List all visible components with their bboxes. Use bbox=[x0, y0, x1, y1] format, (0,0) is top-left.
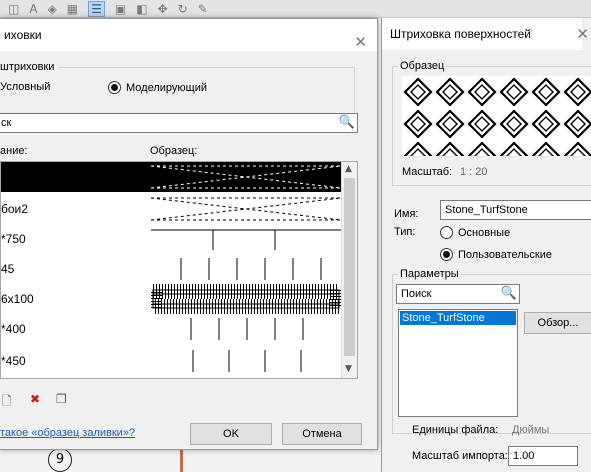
radio-custom-button[interactable] bbox=[440, 248, 453, 261]
units-value: Дюймы bbox=[512, 424, 550, 436]
pattern-name: 45 bbox=[1, 262, 15, 276]
rotate-icon[interactable]: ↻ bbox=[178, 2, 188, 16]
radio-drafting-label: Условный bbox=[0, 81, 51, 93]
drawing-line bbox=[180, 450, 183, 472]
pattern-list[interactable]: бои2 *750 45 6x100 *400 *450 ▲ ▼ bbox=[0, 161, 358, 379]
params-search-value: Поиск bbox=[401, 288, 432, 300]
duplicate-pattern-icon[interactable]: ❐ bbox=[56, 392, 72, 408]
name-label: Имя: bbox=[394, 208, 419, 220]
scrollbar-thumb[interactable] bbox=[344, 178, 355, 356]
pattern-name: *750 bbox=[1, 232, 26, 246]
cube-icon[interactable]: ◈ bbox=[48, 2, 57, 16]
name-field[interactable]: Stone_TurfStone bbox=[440, 200, 591, 220]
pattern-name: бои2 bbox=[1, 202, 28, 216]
new-pattern-icon[interactable]: 🗋 bbox=[2, 392, 18, 408]
name-value: Stone_TurfStone bbox=[445, 204, 528, 216]
list-item[interactable]: 6x100 bbox=[1, 284, 341, 314]
radio-model-button[interactable] bbox=[108, 81, 121, 94]
panel-titlebar: Штриховка поверхностей bbox=[382, 18, 582, 50]
import-scale-field[interactable]: 1.00 bbox=[508, 446, 578, 466]
search-value: ск bbox=[1, 117, 12, 129]
file-pattern-list[interactable]: Stone_TurfStone bbox=[398, 309, 518, 417]
dialog-titlebar: иховки ✕ bbox=[0, 19, 377, 51]
column-pattern-header: Образец: bbox=[150, 145, 198, 157]
pattern-preview-image bbox=[402, 76, 591, 156]
list-item[interactable]: *400 bbox=[1, 314, 341, 344]
browse-button[interactable]: Обзор... bbox=[524, 312, 591, 334]
radio-model-label: Моделирующий bbox=[126, 81, 207, 94]
pattern-type-legend: штриховки bbox=[0, 61, 59, 73]
search-icon[interactable]: 🔍 bbox=[501, 285, 517, 303]
text-icon[interactable]: A bbox=[29, 2, 37, 16]
radio-basic-label: Основные bbox=[458, 226, 511, 239]
scroll-down-icon[interactable]: ▼ bbox=[345, 364, 352, 374]
pattern-name: *400 bbox=[1, 322, 26, 336]
scroll-up-icon[interactable]: ▲ bbox=[345, 164, 352, 174]
scale-value: 1 : 20 bbox=[460, 166, 488, 178]
pattern-name: 6x100 bbox=[1, 292, 34, 306]
pattern-preview bbox=[151, 284, 341, 314]
help-link[interactable]: такое «образец заливки»? bbox=[0, 427, 135, 439]
delete-pattern-icon[interactable]: ✖ bbox=[30, 392, 46, 408]
params-legend: Параметры bbox=[398, 268, 461, 280]
list-item[interactable] bbox=[1, 162, 341, 192]
pen-icon[interactable]: ✎ bbox=[198, 2, 208, 16]
radio-custom[interactable]: Пользовательские bbox=[440, 248, 552, 261]
section-icon[interactable]: ◧ bbox=[136, 2, 147, 16]
surface-pattern-panel: Штриховка поверхностей ✕ Образец Масштаб… bbox=[381, 18, 591, 472]
cancel-button[interactable]: Отмена bbox=[282, 423, 362, 445]
column-name-header: ание: bbox=[0, 145, 28, 157]
radio-custom-label: Пользовательские bbox=[458, 248, 552, 261]
radio-basic-button[interactable] bbox=[440, 226, 453, 239]
import-scale-value: 1.00 bbox=[513, 450, 535, 462]
move-icon[interactable]: ✥ bbox=[158, 2, 168, 16]
list-item[interactable]: *450 bbox=[1, 346, 341, 376]
preview-legend: Образец bbox=[398, 60, 447, 72]
grid-bubble: 9 bbox=[48, 448, 72, 472]
close-icon[interactable]: ✕ bbox=[354, 26, 367, 58]
radio-drafting[interactable]: Условный bbox=[0, 81, 50, 93]
pattern-preview bbox=[192, 350, 302, 372]
units-label: Единицы файла: bbox=[412, 424, 499, 436]
list-item[interactable]: *750 bbox=[1, 224, 341, 254]
list-item[interactable]: бои2 bbox=[1, 194, 341, 224]
pattern-preview bbox=[151, 165, 341, 189]
import-scale-label: Масштаб импорта: bbox=[412, 450, 508, 462]
pattern-preview bbox=[180, 258, 322, 280]
type-label: Тип: bbox=[394, 226, 416, 238]
view-icon[interactable]: ▣ bbox=[115, 2, 126, 16]
pattern-preview bbox=[151, 197, 341, 221]
pattern-preview bbox=[151, 229, 341, 250]
pattern-name: *450 bbox=[1, 354, 26, 368]
pattern-search-input[interactable]: ск 🔍 bbox=[0, 113, 358, 133]
panel-title: Штриховка поверхностей bbox=[390, 27, 531, 41]
pattern-preview bbox=[190, 318, 304, 340]
fill-patterns-dialog: иховки ✕ штриховки Условный Моделирующий… bbox=[0, 18, 378, 450]
list-icon[interactable]: ☰ bbox=[88, 0, 105, 17]
grid-icon[interactable]: ▦ bbox=[67, 2, 78, 16]
list-scrollbar[interactable]: ▲ ▼ bbox=[341, 162, 357, 378]
list-item[interactable]: 45 bbox=[1, 254, 341, 284]
ok-button[interactable]: OK bbox=[190, 423, 272, 445]
layer-icon[interactable]: ◫ bbox=[8, 2, 19, 16]
scale-label: Масштаб: bbox=[402, 166, 453, 178]
radio-basic[interactable]: Основные bbox=[440, 226, 510, 239]
search-icon[interactable]: 🔍 bbox=[339, 114, 355, 132]
list-item[interactable]: Stone_TurfStone bbox=[400, 311, 516, 325]
dialog-title: иховки bbox=[4, 28, 42, 42]
params-search-input[interactable]: Поиск 🔍 bbox=[396, 284, 520, 304]
radio-model[interactable]: Моделирующий bbox=[108, 81, 207, 94]
ribbon-toolbar: ◫ A ◈ ▦ ☰ ▣ ◧ ✥ ↻ ✎ bbox=[0, 0, 591, 18]
close-icon[interactable]: ✕ bbox=[576, 25, 589, 43]
